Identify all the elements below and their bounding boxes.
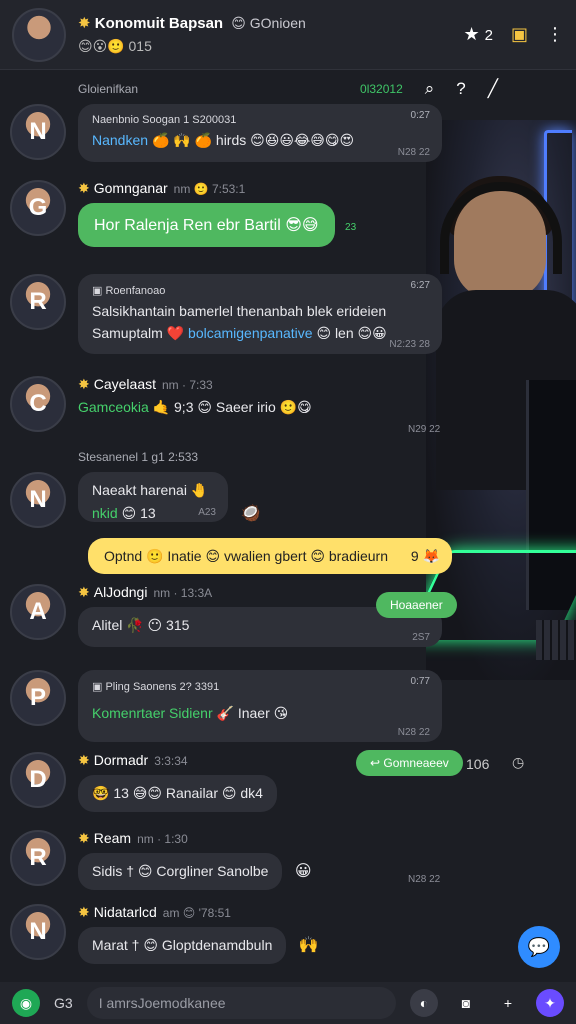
message-bubble[interactable]: Naenbnio Soogan 1 S200031 Nandken 🍊 🙌 🍊 …: [78, 104, 442, 162]
message-bubble[interactable]: Sidis † 😊 Corgliner Sanolbe: [78, 853, 283, 890]
group-avatar[interactable]: [12, 7, 66, 62]
avatar[interactable]: R: [10, 274, 66, 330]
message-bubble[interactable]: ▣ Pling Saonens 2? 3391 Komenrtaer Sidie…: [78, 670, 442, 742]
avatar[interactable]: R: [10, 830, 66, 886]
message-input[interactable]: [86, 987, 396, 1019]
message-row: R ▣ Roenfanoao Salsikhantain bamerlel th…: [10, 274, 442, 354]
timestamp: 6:27: [410, 280, 430, 291]
star-icon: ✸: [78, 584, 90, 600]
help-icon[interactable]: ?: [456, 79, 465, 99]
message-row: C ✸ Cayelaast nm · 7:33 Gamceokia 🤙 9;3 😊 …: [10, 376, 312, 432]
timestamp: N28 22: [408, 874, 441, 885]
avatar[interactable]: N: [10, 904, 66, 960]
timestamp: 0:77: [410, 676, 430, 687]
star-icon: ✸: [78, 15, 95, 32]
timestamp: N2:23 28: [389, 339, 430, 350]
message-row: P ▣ Pling Saonens 2? 3391 Komenrtaer Sid…: [10, 670, 442, 742]
reply-chip[interactable]: ↩ Gomneaeev: [356, 750, 463, 776]
star-icon: ✸: [78, 752, 90, 768]
sender-name: ▣ Roenfanoao: [92, 285, 166, 297]
avatar[interactable]: P: [10, 670, 66, 726]
message-row: R ✸ Ream nm · 1:30 Sidis † 😊 Corgliner San…: [10, 830, 312, 890]
header-titles[interactable]: ✸ Konomuit Bapsan 😊 GOnioen 😊😮🙂 015: [78, 14, 464, 55]
sender-line: Naenbnio Soogan 1 S200031: [92, 114, 237, 126]
reply-icon: ↩: [370, 756, 384, 770]
system-label: Stesanenel 1 g1 2:533: [78, 450, 199, 464]
sender-name: ✸ Gomnganar nm 🙂 7:53:1: [78, 180, 246, 196]
reply-chip[interactable]: Hoaaener: [376, 592, 457, 618]
star-icon: ✸: [78, 904, 90, 920]
message-row: N Naenbnio Soogan 1 S200031 Nandken 🍊 🙌 …: [10, 104, 442, 162]
status-text: 0l32012: [360, 82, 403, 96]
message-composer: ◉ G3 ◐ ◙ + ✦: [0, 982, 576, 1024]
header-actions: ★ 2 ▣ ⋮: [464, 24, 565, 45]
avatar[interactable]: N: [10, 472, 66, 528]
star-icon: ✸: [78, 830, 90, 846]
message-row: G ✸ Gomnganar nm 🙂 7:53:1 Hor Ralenja Ren …: [10, 180, 356, 247]
timestamp: N28 22: [397, 727, 430, 738]
timestamp: 0:27: [410, 110, 430, 121]
avatar[interactable]: N: [10, 104, 66, 160]
message-bubble[interactable]: ▣ Roenfanoao Salsikhantain bamerlel then…: [78, 274, 442, 354]
sender-name: ✸ Dormadr 3:3:34: [78, 752, 188, 768]
reaction[interactable]: 🥥: [240, 505, 260, 522]
message-row: N Naeakt harenai 🤚 nkid 😊 13 A23 🥥: [10, 472, 260, 528]
highlighted-message[interactable]: Optnd 🙂 Inatie 😊 vwalien gbert 😊 bradieu…: [88, 538, 452, 574]
sender-name: ✸ Cayelaast nm · 7:33: [78, 376, 213, 392]
notification-icon[interactable]: ▣: [511, 24, 528, 45]
sub-bar: Gloienifkan 0l32012 ⌕ ? ╱: [0, 76, 576, 102]
edit-icon[interactable]: ╱: [488, 79, 498, 99]
message-bubble[interactable]: 🤓 13 😅😊 Ranailar 😊 dk4: [78, 775, 277, 812]
sender-name: ✸ Nidatarlcd am 😊 '78:51: [78, 904, 231, 920]
camera-icon[interactable]: ◙: [452, 989, 480, 1017]
avatar[interactable]: C: [10, 376, 66, 432]
chat-bubble-icon[interactable]: 💬: [518, 926, 560, 968]
message-row: A ✸ AlJodngi nm · 13:3A Alitel 🥀 😶 315 2S7: [10, 584, 442, 647]
message-bubble[interactable]: Naeakt harenai 🤚 nkid 😊 13 A23: [78, 472, 228, 522]
timestamp: 23: [345, 222, 357, 233]
message-row: D ✸ Dormadr 3:3:34 🤓 13 😅😊 Ranailar 😊 dk4: [10, 752, 277, 812]
message-feed[interactable]: N Naenbnio Soogan 1 S200031 Nandken 🍊 🙌 …: [0, 104, 576, 978]
composer-label[interactable]: G3: [54, 995, 73, 1011]
timestamp: A23: [198, 507, 216, 518]
sparkle-icon[interactable]: ✦: [536, 989, 564, 1017]
timestamp: N29 22: [408, 424, 441, 435]
reaction[interactable]: 😀: [295, 863, 312, 880]
more-icon[interactable]: ⋮: [546, 24, 564, 45]
message-text[interactable]: Gamceokia 🤙 9;3 😊 Saeer irio 🙂😋: [78, 399, 312, 416]
timestamp: N28 22: [397, 147, 430, 158]
sender-name: ▣ Pling Saonens 2? 3391: [92, 681, 220, 693]
header-emoji-line: 😊😮🙂 015: [78, 38, 152, 54]
chat-title: ✸ Konomuit Bapsan 😊 GOnioen: [78, 15, 306, 32]
clock-icon: ◷: [512, 754, 525, 770]
count-label: 106: [466, 756, 490, 772]
message-bubble[interactable]: Hor Ralenja Ren ebr Bartil 😎😅: [78, 203, 335, 247]
whatsapp-icon[interactable]: ◉: [12, 989, 40, 1017]
plus-icon[interactable]: +: [494, 989, 522, 1017]
chat-header: ✸ Konomuit Bapsan 😊 GOnioen 😊😮🙂 015 ★ 2 …: [0, 0, 576, 70]
message-row: N ✸ Nidatarlcd am 😊 '78:51 Marat † 😊 Glopt…: [10, 904, 319, 964]
reaction[interactable]: 🙌: [299, 937, 319, 954]
star-icon: ✸: [78, 180, 90, 196]
star-icon: ✸: [78, 376, 90, 392]
sender-name: ✸ Ream nm · 1:30: [78, 830, 188, 846]
star-icon[interactable]: ★ 2: [464, 24, 493, 45]
emoji-icon[interactable]: ◐: [410, 989, 438, 1017]
avatar[interactable]: A: [10, 584, 66, 640]
avatar[interactable]: G: [10, 180, 66, 236]
section-label: Gloienifkan: [78, 82, 139, 96]
avatar[interactable]: D: [10, 752, 66, 808]
search-icon[interactable]: ⌕: [425, 79, 435, 99]
message-bubble[interactable]: Marat † 😊 Gloptdenamdbuln: [78, 927, 287, 964]
timestamp: 2S7: [412, 632, 430, 643]
